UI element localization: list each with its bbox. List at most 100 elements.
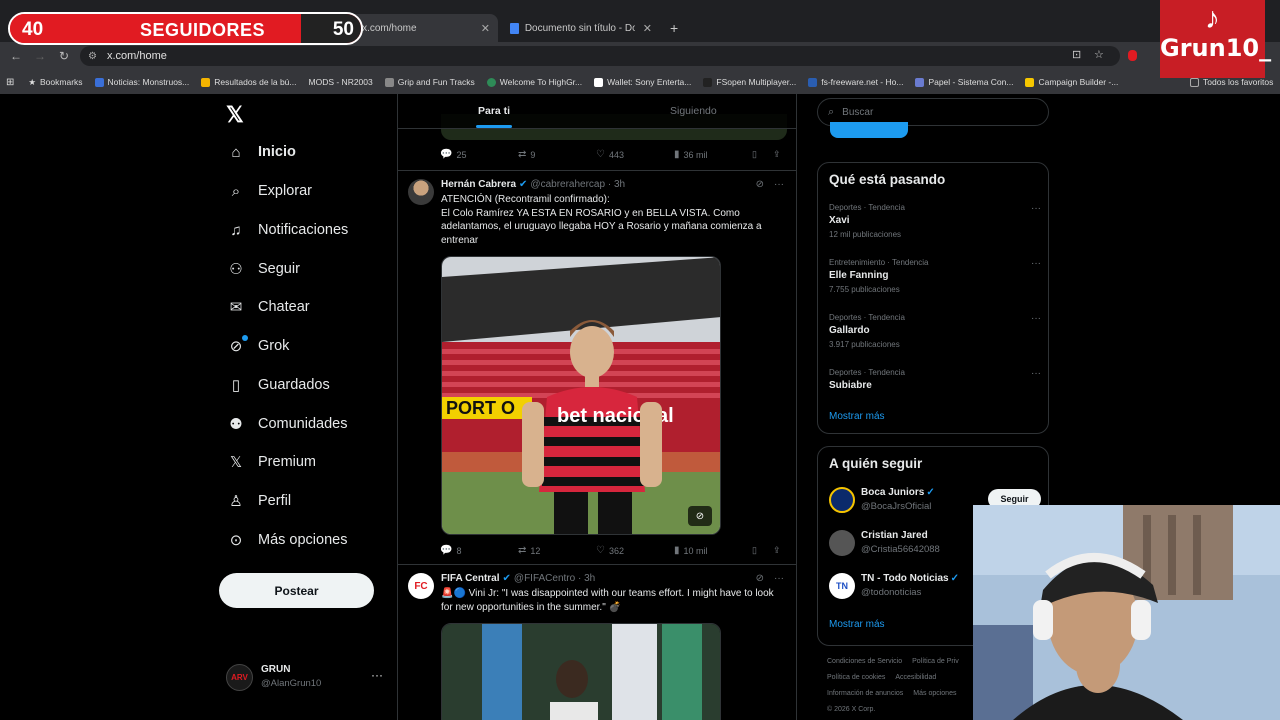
more-icon[interactable]: ··· [1031,313,1041,324]
nav-premium[interactable]: 𝕏 Premium [226,448,316,476]
bookmark-button[interactable]: ▯ [752,149,757,160]
tab-x-home[interactable]: 𝕏 x.com/home ✕ [340,14,498,42]
install-icon[interactable]: ⊡ [1072,48,1081,61]
more-icon[interactable]: ··· [371,668,383,682]
bookmarks-all[interactable]: Todos los favoritos [1190,77,1273,87]
favicon-icon [594,77,604,87]
person-icon: ♙ [229,493,243,510]
current-count: 40 [22,19,44,40]
like-button[interactable]: ♡ 443 [596,149,624,160]
nav-inicio[interactable]: ⌂ Inicio [226,138,295,166]
tweet[interactable]: Hernán Cabrera ✔ @cabrerahercap · 3h ⊘ ··… [398,170,796,564]
chart-icon: ▮ [674,149,680,160]
star-icon[interactable]: ☆ [1094,48,1104,61]
nav-grok[interactable]: ⊘ Grok [226,332,289,360]
plus-icon: + [670,20,679,36]
bookmark-item[interactable]: FSopen Multiplayer... [703,77,796,87]
reply-button[interactable]: 💬 25 [440,149,466,160]
url-input[interactable]: ⚙ x.com/home [80,46,1120,66]
notification-dot [242,335,248,341]
close-icon[interactable]: ✕ [643,22,652,35]
nav-guardados[interactable]: ▯ Guardados [226,371,330,399]
grok-icon[interactable]: ⊘ [756,179,764,190]
share-button[interactable]: ⇪ [773,149,781,160]
bookmark-item[interactable]: Grip and Fun Tracks [384,77,475,87]
trend-item[interactable]: Deportes · Tendencia Gallardo 3.917 publ… [829,313,1041,349]
more-icon[interactable]: ··· [1031,258,1041,269]
bookmark-item[interactable]: Welcome To HighGr... [486,77,582,87]
bookmark-item[interactable]: Wallet: Sony Enterta... [594,77,691,87]
avatar[interactable]: FC [408,573,434,599]
player-photo: PORT O bet nacional [442,257,720,534]
forward-icon[interactable]: → [28,49,52,63]
nav-notificaciones[interactable]: ♫ Notificaciones [226,216,348,244]
tweet-time[interactable]: 3h [584,573,595,584]
grok-icon[interactable]: ⊘ [756,573,764,584]
bookmark-item[interactable]: ★ Bookmarks [28,77,82,88]
favicon-icon [486,77,496,87]
nav-comunidades[interactable]: ⚉ Comunidades [226,410,347,438]
author-name[interactable]: FIFA Central [441,573,500,584]
avatar: TN [829,573,855,599]
trend-item[interactable]: Deportes · Tendencia Subiabre ··· [829,368,1041,391]
bell-icon: ♫ [230,221,242,239]
tab-siguiendo[interactable]: Siguiendo [670,105,717,117]
trend-item[interactable]: Deportes · Tendencia Xavi 12 mil publica… [829,203,1041,239]
show-more-trends[interactable]: Mostrar más [829,411,885,422]
bookmark-item[interactable]: Noticias: Monstruos... [94,77,189,87]
account-switcher[interactable]: ARV GRUN @AlanGrun10 ··· [226,662,386,692]
reload-icon[interactable]: ↻ [52,49,76,63]
author-name[interactable]: Hernán Cabrera [441,179,516,190]
nav-seguir[interactable]: ⚇ Seguir [226,255,300,283]
bookmark-item[interactable]: Resultados de la bú... [201,77,297,87]
docs-icon [510,22,519,34]
tweet-text: ATENCIÓN (Recontramil confirmado): El Co… [441,194,762,246]
back-icon[interactable]: ← [4,49,28,63]
tweet-image[interactable]: PORT O bet nacional ⊘ [441,256,721,535]
show-more-follow[interactable]: Mostrar más [829,619,885,630]
apps-icon[interactable]: ⊞ [6,77,14,88]
site-info-icon[interactable]: ⚙ [88,51,97,62]
grok-image-icon[interactable]: ⊘ [688,506,712,526]
x-logo-icon[interactable]: 𝕏 [226,102,244,128]
author-handle[interactable]: @FIFACentro [514,573,575,584]
repost-button[interactable]: ⇄ 12 [518,545,540,556]
follower-goal-overlay: 40 SEGUIDORES 50 [8,12,363,45]
views-button[interactable]: ▮ 10 mil [674,545,708,556]
tab-para-ti[interactable]: Para ti [478,105,510,117]
extension-icon[interactable] [1128,50,1137,61]
avatar[interactable] [408,179,434,205]
tweet-actions: 💬 25 ⇄ 9 ♡ 443 ▮ 36 mil ▯ ⇪ [440,149,786,163]
nav-chatear[interactable]: ✉ Chatear [226,293,310,321]
bookmark-item[interactable]: MODS - NR2003 [309,77,373,87]
close-icon[interactable]: ✕ [481,22,490,35]
bookmark-item[interactable]: fs-freeware.net - Ho... [808,77,903,87]
bookmark-item[interactable]: Papel - Sistema Con... [915,77,1013,87]
views-button[interactable]: ▮ 36 mil [674,149,708,160]
like-button[interactable]: ♡ 362 [596,545,624,556]
author-handle[interactable]: @cabrerahercap [530,179,605,190]
nav-mas-opciones[interactable]: ⊙ Más opciones [226,526,348,554]
tweet-text: 🚨🔵 Vini Jr: "I was disappointed with our… [441,588,774,613]
trend-item[interactable]: Entretenimiento · Tendencia Elle Fanning… [829,258,1041,294]
profile-name: GRUN [261,664,291,675]
more-icon[interactable]: ··· [1031,203,1041,214]
reply-button[interactable]: 💬 8 [440,545,461,556]
subscribe-button-partial[interactable] [830,122,908,138]
repost-button[interactable]: ⇄ 9 [518,149,535,160]
url-text: x.com/home [106,50,167,62]
tab-documento[interactable]: Documento sin título - Documen ✕ [502,14,660,42]
more-icon[interactable]: ··· [774,573,784,584]
more-icon[interactable]: ··· [774,179,784,190]
nav-explorar[interactable]: ⌕ Explorar [226,177,312,205]
bookmark-item[interactable]: Campaign Builder -... [1025,77,1118,87]
bookmark-button[interactable]: ▯ [752,545,757,556]
tweet[interactable]: FC FIFA Central ✔ @FIFACentro · 3h ⊘ ··· … [398,564,796,720]
post-button[interactable]: Postear [219,573,374,608]
nav-perfil[interactable]: ♙ Perfil [226,487,291,515]
share-button[interactable]: ⇪ [773,545,781,556]
new-tab-button[interactable]: + [662,14,682,42]
tweet-time[interactable]: 3h [614,179,625,190]
tweet-image[interactable] [441,623,721,720]
more-icon[interactable]: ··· [1031,368,1041,379]
